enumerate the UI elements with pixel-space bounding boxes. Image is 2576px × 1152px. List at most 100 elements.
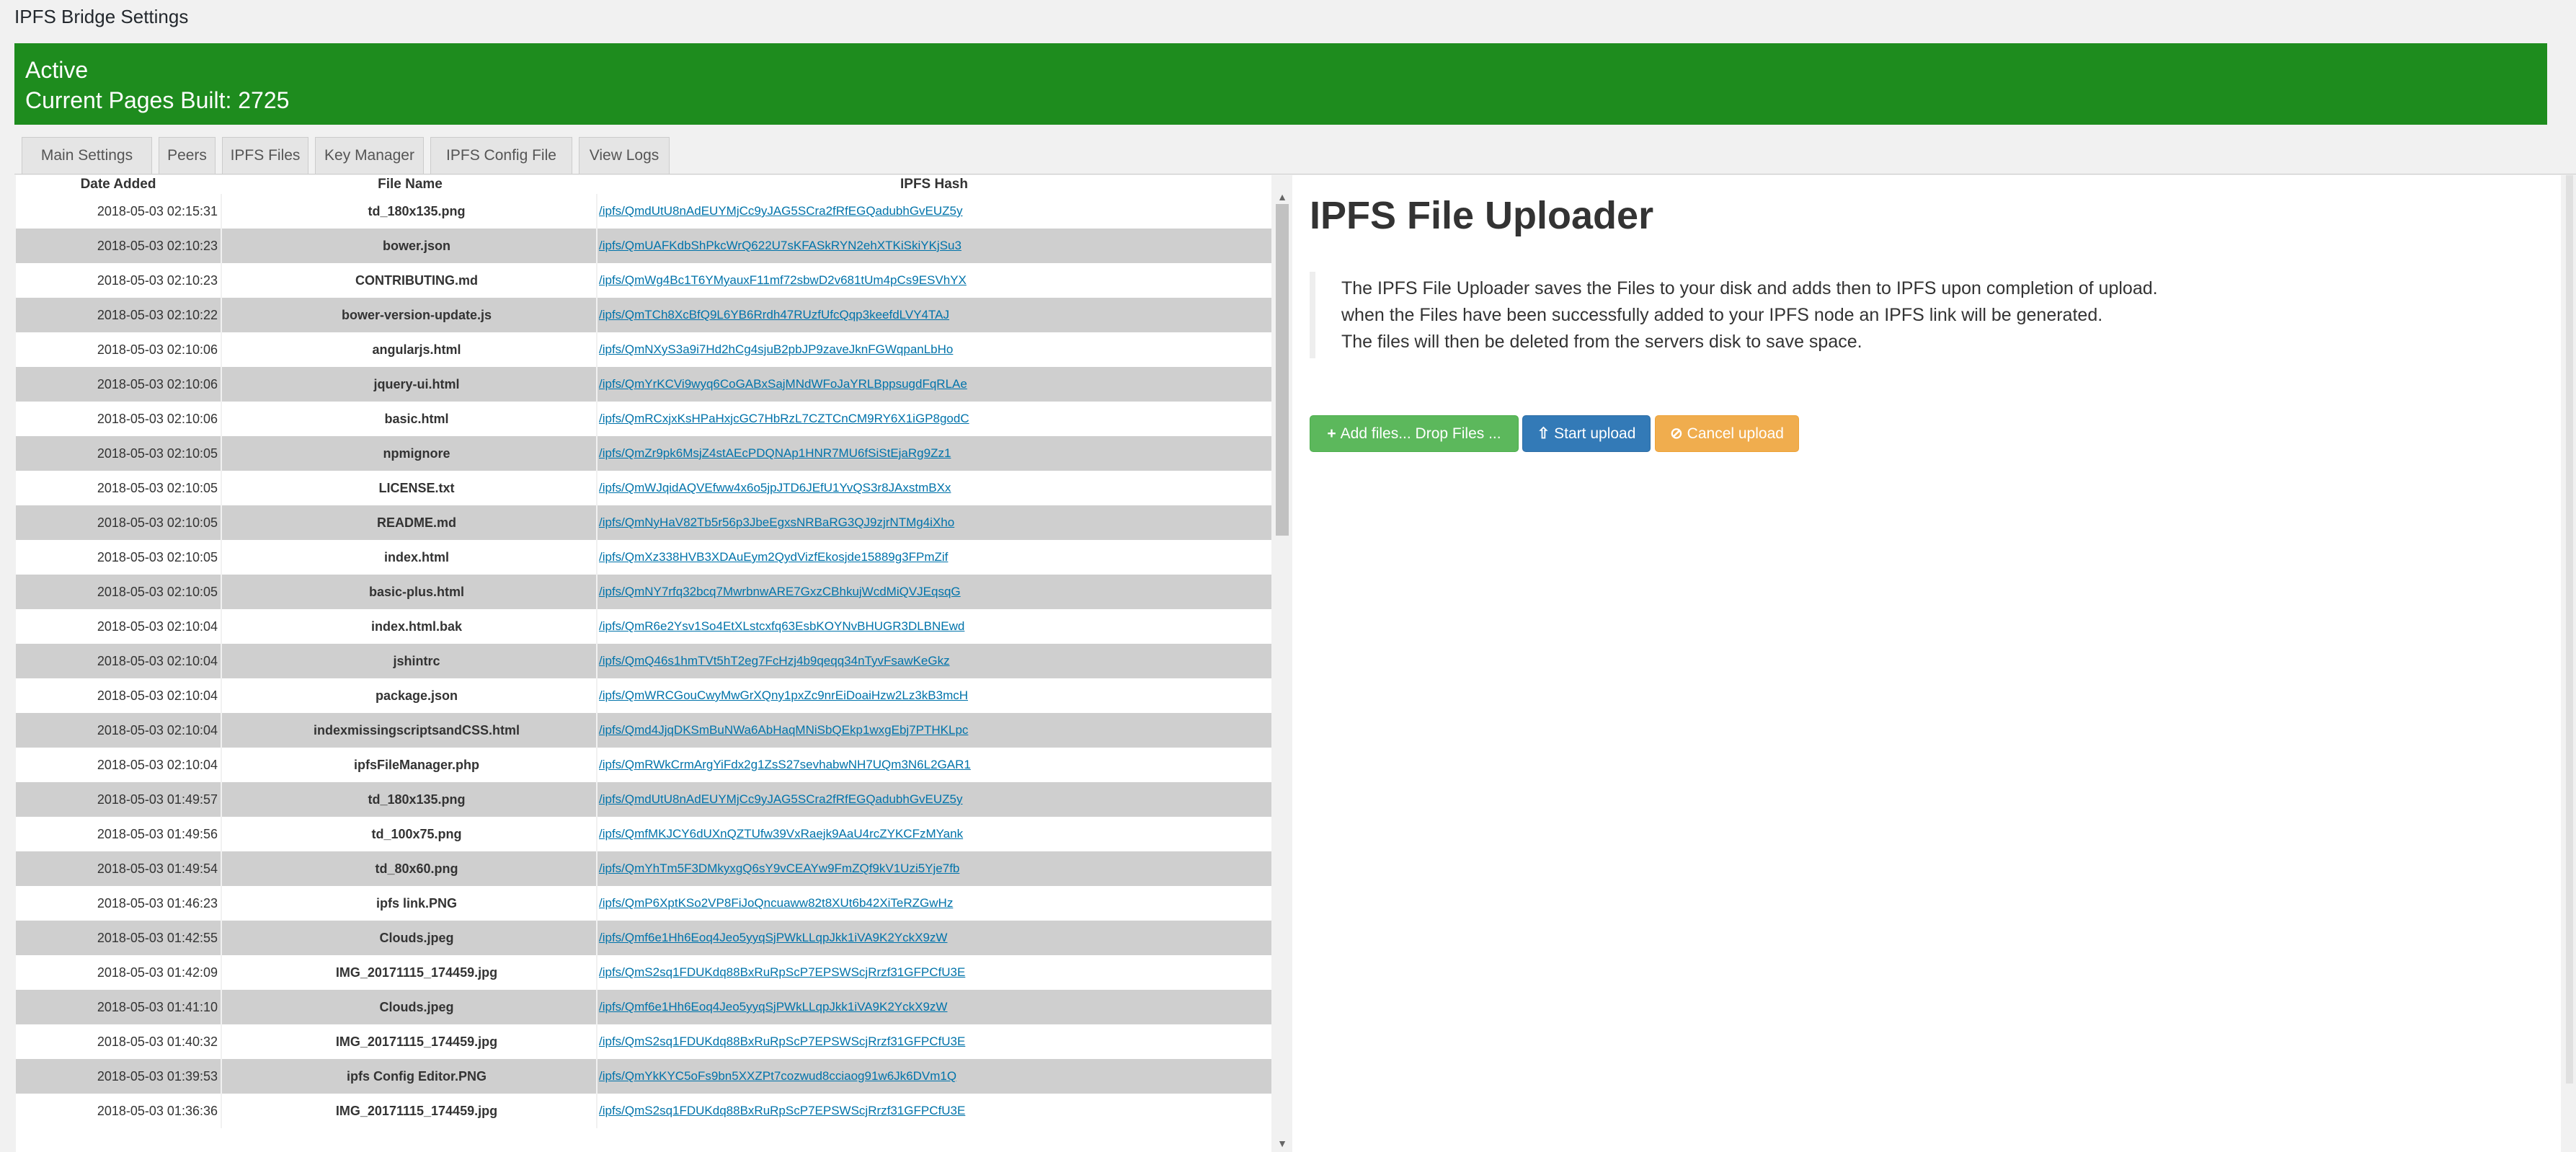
ipfs-hash-link[interactable]: /ipfs/Qmd4JjqDKSmBuNWa6AbHaqMNiSbQEkp1wx… <box>599 713 1271 748</box>
column-divider <box>221 229 222 263</box>
column-divider <box>221 748 222 782</box>
ipfs-hash-link[interactable]: /ipfs/Qmf6e1Hh6Eoq4Jeo5yyqSjPWkLLqpJkk1i… <box>599 990 1271 1024</box>
table-header: Date Added File Name IPFS Hash <box>16 175 1271 194</box>
cell-file-name: td_180x135.png <box>368 204 466 218</box>
pages-built-count: Current Pages Built: 2725 <box>25 87 290 113</box>
start-upload-button[interactable]: ⇧ Start upload <box>1522 415 1651 452</box>
column-divider <box>221 1059 222 1094</box>
ipfs-hash-link[interactable]: /ipfs/QmNXyS3a9i7Hd2hCg4sjuB2pbJP9zaveJk… <box>599 332 1271 367</box>
cell-date-added: 2018-05-03 02:10:06 <box>97 412 218 426</box>
tab-key-manager[interactable]: Key Manager <box>315 137 424 174</box>
table-row: 2018-05-03 01:36:36 IMG_20171115_174459.j… <box>16 1094 1271 1128</box>
ipfs-hash-link[interactable]: /ipfs/QmP6XptKSo2VP8FiJoQncuaww82t8XUt6b… <box>599 886 1271 921</box>
ipfs-hash-link[interactable]: /ipfs/QmTCh8XcBfQ9L6YB6Rrdh47RUzfUfcQqp3… <box>599 298 1271 332</box>
ipfs-hash-link[interactable]: /ipfs/QmWRCGouCwyMwGrXQny1pxZc9nrEiDoaiH… <box>599 678 1271 713</box>
scroll-up-icon[interactable]: ▲ <box>1275 191 1289 203</box>
cell-date-added: 2018-05-03 01:49:57 <box>97 792 218 807</box>
add-files-button[interactable]: + Add files... Drop Files ... <box>1310 415 1519 452</box>
cell-file-name: package.json <box>375 688 458 703</box>
cell-file-name: bower-version-update.js <box>341 308 492 322</box>
column-divider <box>221 263 222 298</box>
tab-main-settings[interactable]: Main Settings <box>22 137 152 174</box>
column-divider <box>596 609 598 644</box>
table-row: 2018-05-03 01:41:10 Clouds.jpeg/ipfs/Qmf6… <box>16 990 1271 1024</box>
column-divider <box>596 713 598 748</box>
cell-date-added: 2018-05-03 02:10:06 <box>97 342 218 357</box>
table-row: 2018-05-03 02:10:04 ipfsFileManager.php/i… <box>16 748 1271 782</box>
cell-file-name: Clouds.jpeg <box>379 931 454 945</box>
ipfs-hash-link[interactable]: /ipfs/QmRWkCrmArgYiFdx2g1ZsS27sevhabwNH7… <box>599 748 1271 782</box>
page-title: IPFS Bridge Settings <box>14 6 189 27</box>
table-row: 2018-05-03 02:10:05 README.md/ipfs/QmNyHa… <box>16 505 1271 540</box>
ipfs-hash-link[interactable]: /ipfs/QmQ46s1hmTVt5hT2eg7FcHzj4b9qeqq34n… <box>599 644 1271 678</box>
plus-icon: + <box>1327 425 1336 442</box>
ipfs-hash-link[interactable]: /ipfs/Qmf6e1Hh6Eoq4Jeo5yyqSjPWkLLqpJkk1i… <box>599 921 1271 955</box>
ipfs-hash-link[interactable]: /ipfs/QmRCxjxKsHPaHxjcGC7HbRzL7CZTCnCM9R… <box>599 402 1271 436</box>
ipfs-hash-link[interactable]: /ipfs/QmZr9pk6MsjZ4stAEcPDQNAp1HNR7MU6fS… <box>599 436 1271 471</box>
cell-file-name: README.md <box>376 515 456 530</box>
table-scrollbar[interactable]: ▲ ▼ <box>1273 191 1292 1152</box>
table-row: 2018-05-03 02:10:05 LICENSE.txt/ipfs/QmWJ… <box>16 471 1271 505</box>
column-divider <box>596 921 598 955</box>
cell-date-added: 2018-05-03 01:41:10 <box>97 1000 218 1014</box>
cell-date-added: 2018-05-03 02:10:05 <box>97 550 218 564</box>
column-header-name: File Name <box>378 177 443 192</box>
ipfs-hash-link[interactable]: /ipfs/QmS2sq1FDUKdq88BxRuRpScP7EPSWScjRr… <box>599 1094 1271 1128</box>
page-scrollbar-thumb[interactable] <box>2566 175 2573 1084</box>
column-divider <box>221 644 222 678</box>
ipfs-hash-link[interactable]: /ipfs/QmUAFKdbShPkcWrQ622U7sKFASkRYN2ehX… <box>599 229 1271 263</box>
column-divider <box>221 886 222 921</box>
cell-date-added: 2018-05-03 02:10:04 <box>97 619 218 634</box>
ipfs-hash-link[interactable]: /ipfs/QmR6e2Ysv1So4EtXLstcxfq63EsbKOYNvB… <box>599 609 1271 644</box>
ipfs-hash-link[interactable]: /ipfs/QmNyHaV82Tb5r56p3JbeEgxsNRBaRG3QJ9… <box>599 505 1271 540</box>
file-uploader-panel: IPFS File Uploader The IPFS File Uploade… <box>1292 175 2561 1152</box>
table-row: 2018-05-03 02:10:23 CONTRIBUTING.md/ipfs/… <box>16 263 1271 298</box>
column-divider <box>221 505 222 540</box>
page-scrollbar[interactable] <box>2563 175 2576 1152</box>
cell-file-name: ipfs link.PNG <box>376 896 458 910</box>
ipfs-hash-link[interactable]: /ipfs/QmfMKJCY6dUXnQZTUfw39VxRaejk9AaU4r… <box>599 817 1271 851</box>
tab-peers[interactable]: Peers <box>159 137 216 174</box>
scroll-down-icon[interactable]: ▼ <box>1275 1138 1289 1149</box>
table-row: 2018-05-03 02:10:04 package.json/ipfs/QmW… <box>16 678 1271 713</box>
ipfs-hash-link[interactable]: /ipfs/QmWg4Bc1T6YMyauxF11mf72sbwD2v681tU… <box>599 263 1271 298</box>
column-divider <box>596 782 598 817</box>
ipfs-hash-link[interactable]: /ipfs/QmWJqidAQVEfww4x6o5jpJTD6JEfU1YvQS… <box>599 471 1271 505</box>
cell-date-added: 2018-05-03 02:10:04 <box>97 688 218 703</box>
column-divider <box>596 298 598 332</box>
scrollbar-thumb[interactable] <box>1276 204 1289 536</box>
table-row: 2018-05-03 01:49:57 td_180x135.png/ipfs/Q… <box>16 782 1271 817</box>
table-row: 2018-05-03 01:42:55 Clouds.jpeg/ipfs/Qmf6… <box>16 921 1271 955</box>
column-divider <box>596 194 598 229</box>
cell-date-added: 2018-05-03 01:40:32 <box>97 1034 218 1049</box>
ipfs-hash-link[interactable]: /ipfs/QmYhTm5F3DMkyxgQ6sY9vCEAYw9FmZQf9k… <box>599 851 1271 886</box>
tab-ipfs-config-file[interactable]: IPFS Config File <box>430 137 572 174</box>
cancel-upload-button[interactable]: ⊘ Cancel upload <box>1655 415 1799 452</box>
ipfs-hash-link[interactable]: /ipfs/QmS2sq1FDUKdq88BxRuRpScP7EPSWScjRr… <box>599 955 1271 990</box>
ipfs-hash-link[interactable]: /ipfs/QmXz338HVB3XDAuEym2QydVizfEkosjde1… <box>599 540 1271 575</box>
column-divider <box>221 609 222 644</box>
ipfs-hash-link[interactable]: /ipfs/QmS2sq1FDUKdq88BxRuRpScP7EPSWScjRr… <box>599 1024 1271 1059</box>
tab-ipfs-files[interactable]: IPFS Files <box>222 137 308 174</box>
table-row: 2018-05-03 02:10:05 basic-plus.html/ipfs/… <box>16 575 1271 609</box>
column-divider <box>221 332 222 367</box>
cell-file-name: indexmissingscriptsandCSS.html <box>313 723 520 737</box>
column-divider <box>596 229 598 263</box>
column-divider <box>596 1024 598 1059</box>
table-row: 2018-05-03 02:10:04 jshintrc/ipfs/QmQ46s1… <box>16 644 1271 678</box>
tab-view-logs[interactable]: View Logs <box>579 137 670 174</box>
ipfs-hash-link[interactable]: /ipfs/QmdUtU8nAdEUYMjCc9yJAG5SCra2fRfEGQ… <box>599 782 1271 817</box>
column-divider <box>596 886 598 921</box>
column-divider <box>221 436 222 471</box>
column-divider <box>221 367 222 402</box>
column-divider <box>596 505 598 540</box>
ipfs-hash-link[interactable]: /ipfs/QmYrKCVi9wyq6CoGABxSajMNdWFoJaYRLB… <box>599 367 1271 402</box>
ipfs-hash-link[interactable]: /ipfs/QmYkKYC5oFs9bn5XXZPt7cozwud8cciaog… <box>599 1059 1271 1094</box>
table-row: 2018-05-03 02:10:04 indexmissingscriptsan… <box>16 713 1271 748</box>
cell-file-name: basic-plus.html <box>368 585 465 599</box>
cell-file-name: ipfs Config Editor.PNG <box>347 1069 487 1084</box>
ipfs-hash-link[interactable]: /ipfs/QmNY7rfq32bcq7MwrbnwARE7GxzCBhkujW… <box>599 575 1271 609</box>
ipfs-hash-link[interactable]: /ipfs/QmdUtU8nAdEUYMjCc9yJAG5SCra2fRfEGQ… <box>599 194 1271 229</box>
cell-file-name: td_180x135.png <box>368 792 466 807</box>
column-divider <box>221 471 222 505</box>
